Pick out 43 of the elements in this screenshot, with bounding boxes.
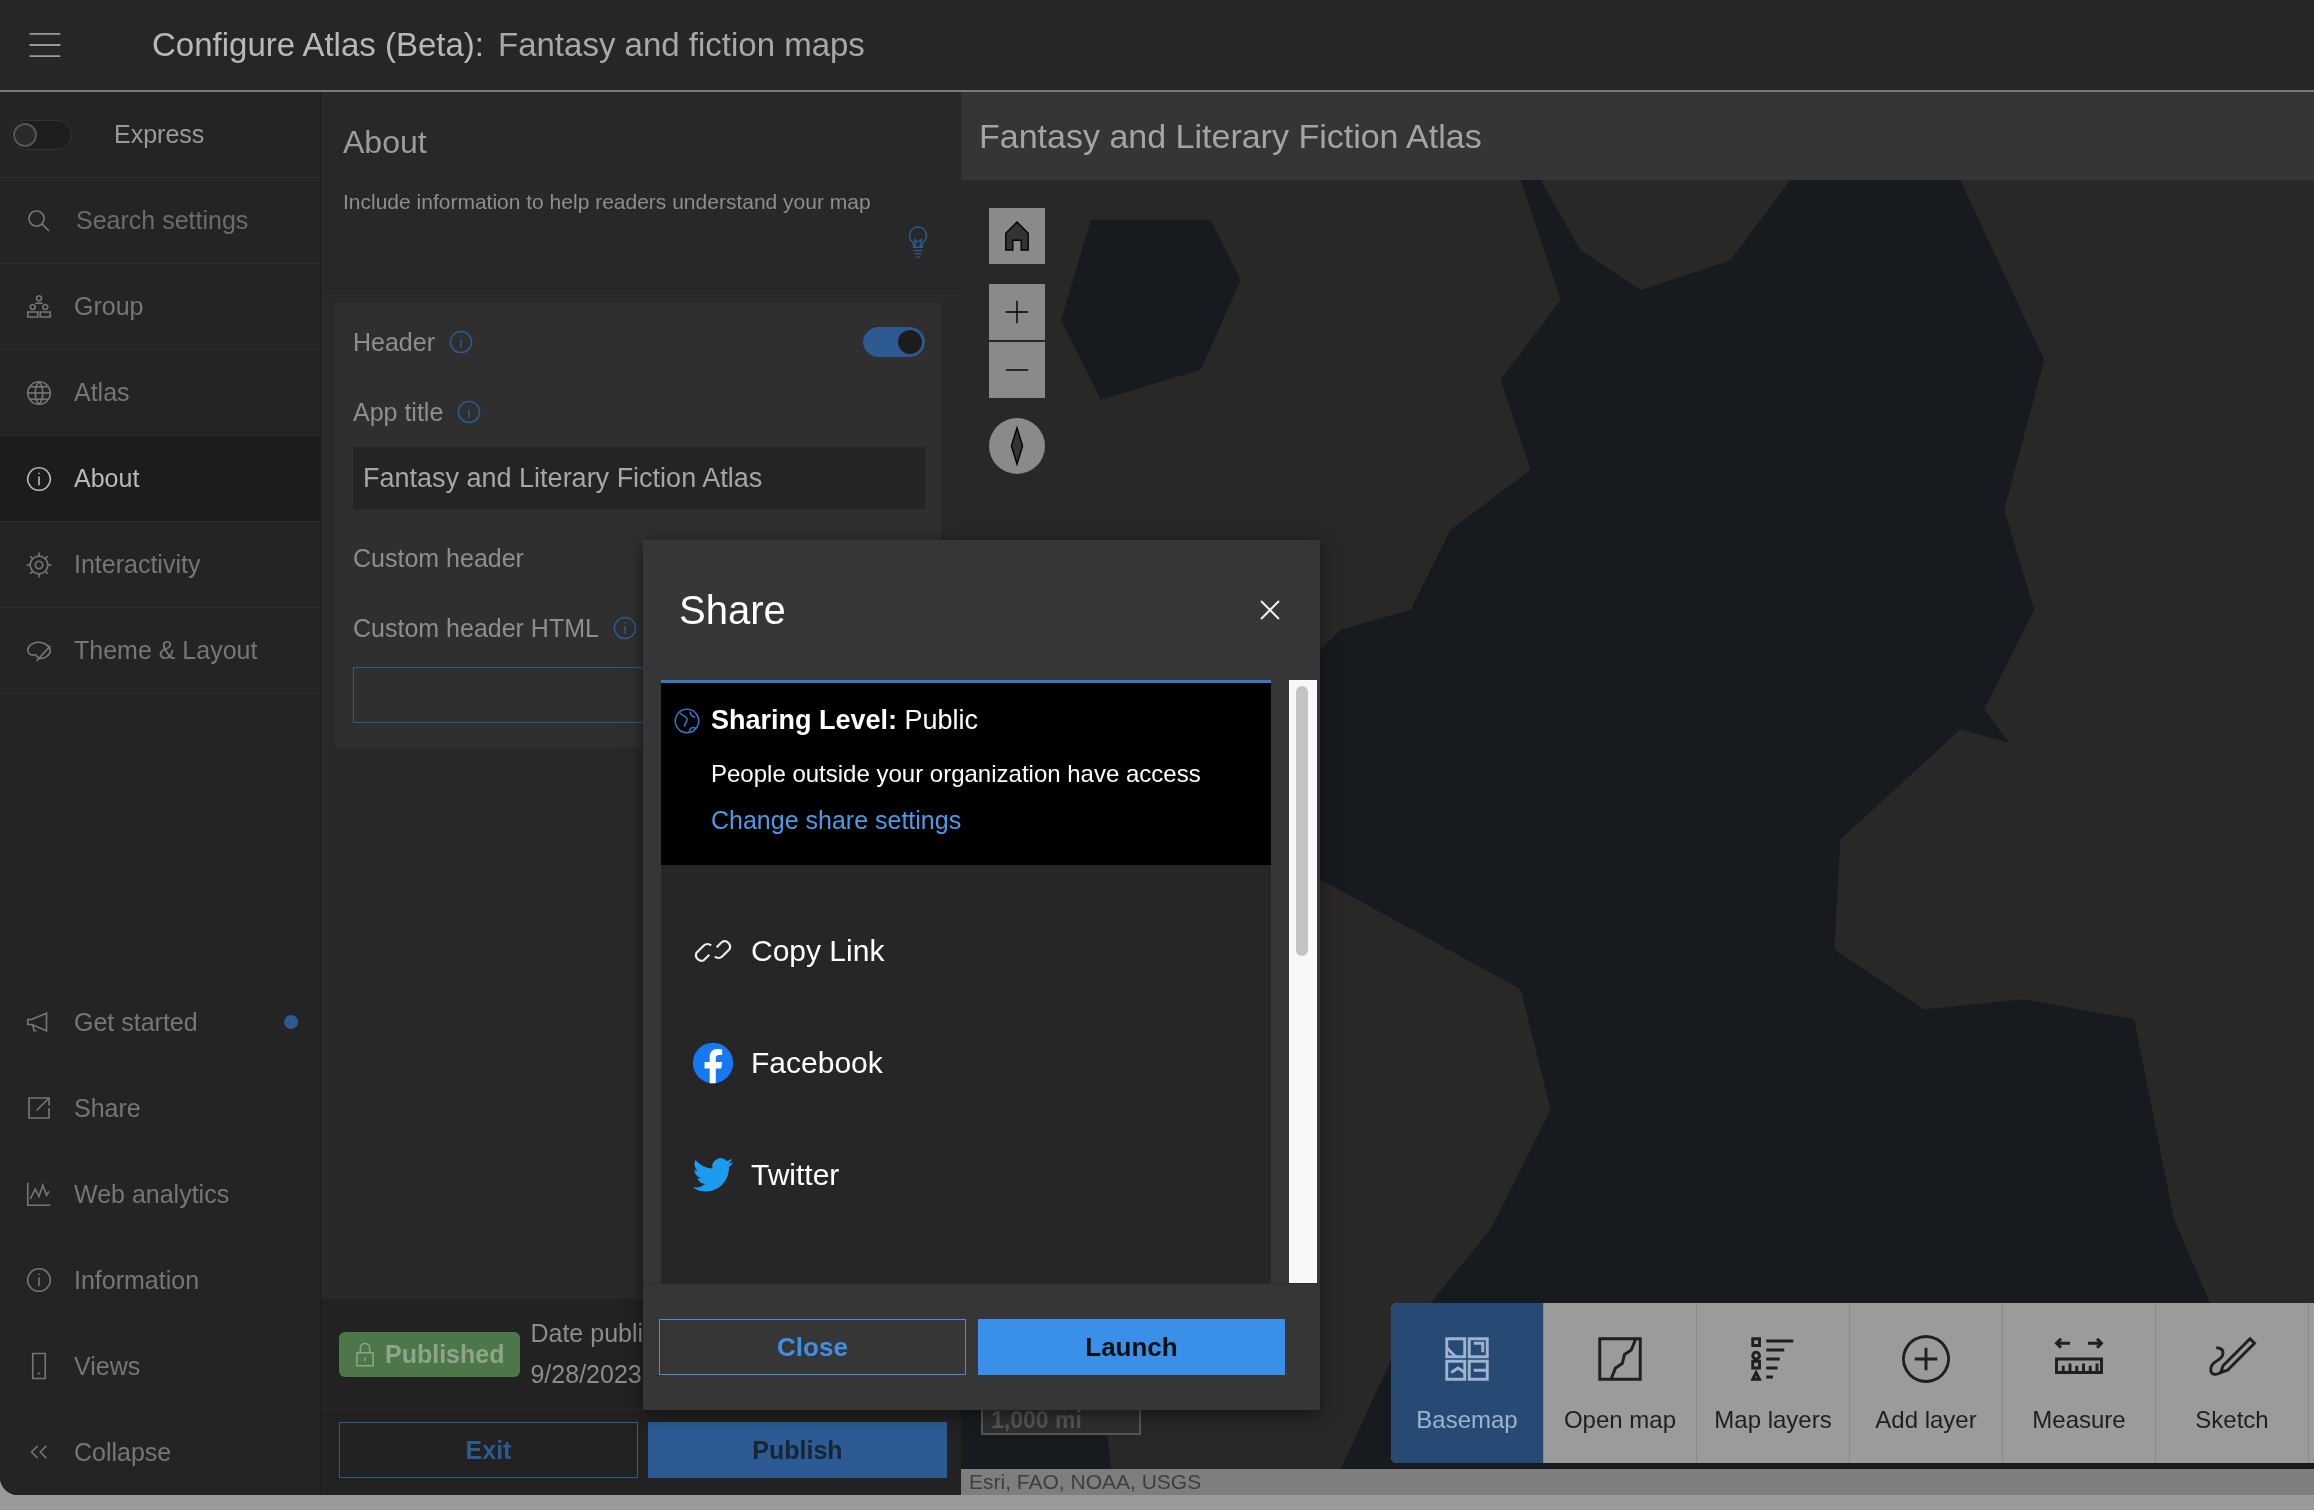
map-tool-button[interactable]: Measure <box>2003 1303 2156 1463</box>
date-value: 9/28/2023 <box>530 1360 643 1389</box>
change-settings-link[interactable]: Change share settings <box>711 806 1251 835</box>
sidebar-item[interactable]: Interactivity <box>0 522 320 608</box>
sidebar-item[interactable]: Share <box>0 1065 320 1151</box>
app-subtitle: Fantasy and fiction maps <box>498 26 865 64</box>
sidebar-item[interactable]: Views <box>0 1323 320 1409</box>
sharing-description: People outside your organization have access <box>711 760 1202 788</box>
express-label: Express <box>114 120 205 149</box>
app-title-field[interactable]: Fantasy and Literary Fiction Atlas <box>353 447 925 509</box>
app-title: Configure Atlas (Beta): <box>152 26 484 64</box>
sidebar-item[interactable]: Group <box>0 264 320 350</box>
field-label: App title <box>353 397 444 427</box>
map-tool-button[interactable]: Sketch <box>2156 1303 2309 1463</box>
sidebar-item[interactable]: About <box>0 436 320 522</box>
search-field[interactable]: Search settings <box>74 205 318 236</box>
field-label: Header <box>353 327 435 357</box>
publish-button[interactable]: Publish <box>648 1422 947 1478</box>
share-option[interactable]: Twitter <box>661 1119 1271 1231</box>
map-title: Fantasy and Literary Fiction Atlas <box>961 92 2314 180</box>
share-option[interactable]: Facebook <box>661 1007 1271 1119</box>
field-label: Custom header HTML <box>353 613 599 643</box>
map-tool-button[interactable]: Open map <box>1544 1303 1697 1463</box>
map-attribution: Esri, FAO, NOAA, USGS <box>961 1469 2314 1495</box>
close-button[interactable]: Close <box>659 1319 966 1375</box>
map-tool-button[interactable]: Map layers <box>1697 1303 1850 1463</box>
share-option[interactable]: Copy Link <box>661 895 1271 1007</box>
field-label: Custom header <box>353 543 524 573</box>
launch-button[interactable]: Launch <box>978 1319 1285 1375</box>
published-badge: Published <box>339 1331 521 1377</box>
map-tool-button[interactable]: Basemap <box>1391 1303 1544 1463</box>
section-description: Include information to help readers understand your map <box>343 189 872 215</box>
map-tool-button[interactable]: Add layer <box>1850 1303 2003 1463</box>
date-label: Date publi <box>530 1319 644 1348</box>
sidebar-item[interactable]: Collapse <box>0 1409 320 1495</box>
sidebar-item[interactable]: Theme & Layout <box>0 608 320 694</box>
dialog-title: Share <box>679 587 786 633</box>
sidebar-item[interactable]: Information <box>0 1237 320 1323</box>
sidebar-item[interactable]: Get started <box>0 979 320 1065</box>
section-title: About <box>343 124 428 161</box>
sharing-level: Sharing Level: Public <box>711 705 979 736</box>
exit-button[interactable]: Exit <box>339 1422 638 1478</box>
sidebar-item[interactable]: Web analytics <box>0 1151 320 1237</box>
